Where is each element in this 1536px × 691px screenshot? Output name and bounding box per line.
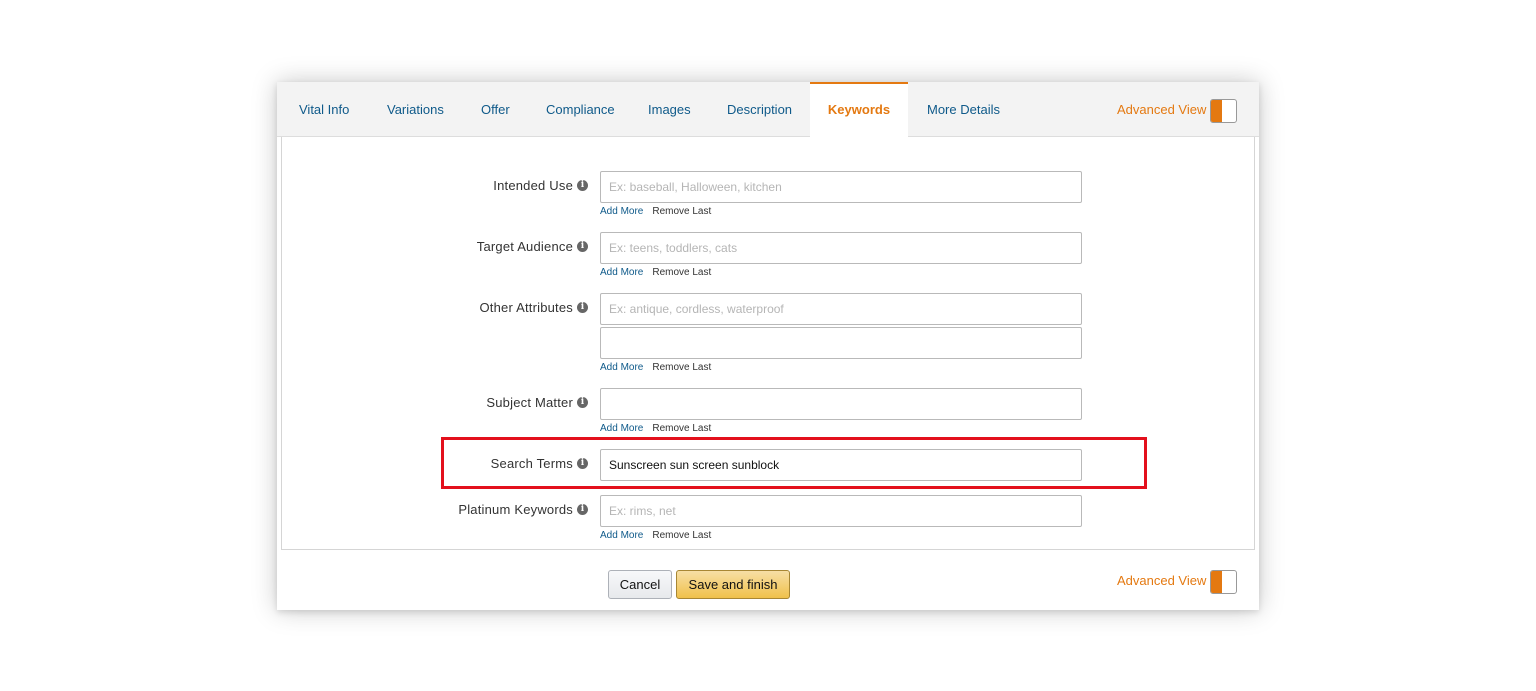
tab-images[interactable]: Images (648, 82, 691, 137)
other-attributes-links: Add More Remove Last (600, 362, 711, 373)
remove-last-link[interactable]: Remove Last (652, 267, 711, 278)
info-icon[interactable]: i (577, 302, 588, 313)
target-audience-label: Target Audience (476, 239, 573, 254)
info-icon[interactable]: i (577, 397, 588, 408)
other-attributes-input-2[interactable] (600, 327, 1082, 359)
intended-use-label: Intended Use (493, 178, 573, 193)
add-more-link[interactable]: Add More (600, 206, 643, 217)
toggle-knob (1211, 571, 1222, 593)
platinum-keywords-input[interactable] (600, 495, 1082, 527)
advanced-view-toggle[interactable] (1210, 99, 1237, 123)
remove-last-link[interactable]: Remove Last (652, 423, 711, 434)
search-terms-input[interactable] (600, 449, 1082, 481)
target-audience-links: Add More Remove Last (600, 267, 711, 278)
intended-use-input[interactable] (600, 171, 1082, 203)
subject-matter-links: Add More Remove Last (600, 423, 711, 434)
cancel-button[interactable]: Cancel (608, 570, 672, 599)
add-more-link[interactable]: Add More (600, 530, 643, 541)
other-attributes-label: Other Attributes (479, 300, 573, 315)
intended-use-links: Add More Remove Last (600, 206, 711, 217)
info-icon[interactable]: i (577, 180, 588, 191)
tab-compliance[interactable]: Compliance (546, 82, 615, 137)
subject-matter-input[interactable] (600, 388, 1082, 420)
tab-vital-info[interactable]: Vital Info (299, 82, 349, 137)
tab-description[interactable]: Description (727, 82, 792, 137)
info-icon[interactable]: i (577, 458, 588, 469)
advanced-view-toggle-bottom[interactable] (1210, 570, 1237, 594)
info-icon[interactable]: i (577, 504, 588, 515)
target-audience-input[interactable] (600, 232, 1082, 264)
remove-last-link[interactable]: Remove Last (652, 362, 711, 373)
toggle-knob (1211, 100, 1222, 122)
tab-keywords[interactable]: Keywords (810, 82, 908, 138)
tab-offer[interactable]: Offer (481, 82, 510, 137)
advanced-view-label-bottom: Advanced View (1117, 573, 1207, 588)
remove-last-link[interactable]: Remove Last (652, 206, 711, 217)
search-terms-label: Search Terms (490, 456, 573, 471)
tab-more-details[interactable]: More Details (927, 82, 1000, 137)
platinum-keywords-links: Add More Remove Last (600, 530, 711, 541)
platinum-keywords-label: Platinum Keywords (458, 502, 573, 517)
tab-variations[interactable]: Variations (387, 82, 444, 137)
advanced-view-label: Advanced View (1117, 102, 1207, 117)
other-attributes-input[interactable] (600, 293, 1082, 325)
add-more-link[interactable]: Add More (600, 267, 643, 278)
remove-last-link[interactable]: Remove Last (652, 530, 711, 541)
add-more-link[interactable]: Add More (600, 362, 643, 373)
save-and-finish-button[interactable]: Save and finish (676, 570, 790, 599)
subject-matter-label: Subject Matter (486, 395, 573, 410)
tab-bar: Vital Info Variations Offer Compliance I… (277, 82, 1259, 138)
add-more-link[interactable]: Add More (600, 423, 643, 434)
info-icon[interactable]: i (577, 241, 588, 252)
